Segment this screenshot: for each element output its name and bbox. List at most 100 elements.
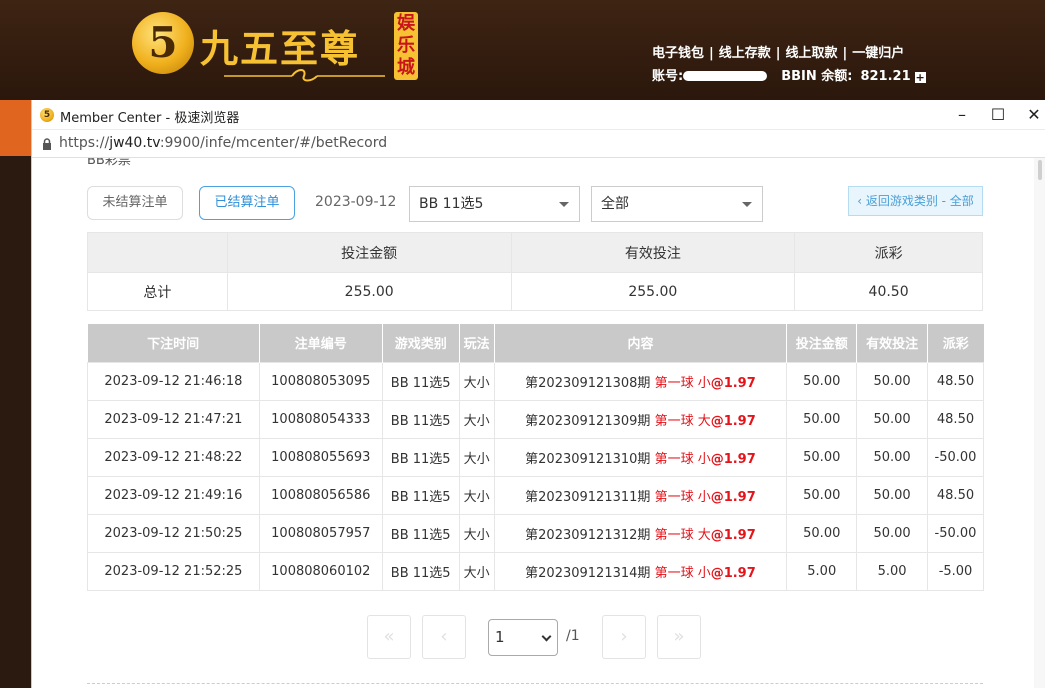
bet-content: 第202309121312期 第一球 大@1.97 [493,513,788,553]
pagination: « ‹ 1 /1 › » [367,615,707,659]
game-type: BB 11选5 [381,437,460,477]
bet-id: 100808055693 [258,437,383,477]
browser-titlebar[interactable]: 5 Member Center - 极速浏览器 – ☐ ✕ [32,100,1045,130]
payout: -50.00 [927,437,984,477]
bet-time: 2023-09-12 21:46:18 [87,361,260,401]
play-type: 大小 [458,475,495,515]
column-header: 玩法 [458,324,495,362]
back-to-categories-button[interactable]: ‹ 返回游戏类别 - 全部 [848,186,983,216]
chevron-down-icon [541,631,552,642]
bet-id: 100808060102 [258,551,383,591]
column-header: 投注金额 [786,324,857,362]
game-type: BB 11选5 [381,361,460,401]
date-picker[interactable]: 2023-09-12 [315,194,396,210]
column-header: 注单编号 [258,324,383,362]
vertical-scrollbar[interactable] [1034,158,1045,688]
page-total: /1 [566,628,580,644]
nav-separator: | [842,46,848,61]
bet-amount: 50.00 [786,513,858,553]
game-select[interactable]: BB 11选5 [409,186,580,222]
bet-pick: 第一球 大 [654,527,711,543]
last-page-button[interactable]: » [657,615,701,659]
page-select[interactable]: 1 [488,619,558,656]
bet-pick: 第一球 大 [654,413,711,429]
game-type: BB 11选5 [381,513,460,553]
settled-bets-button[interactable]: 已结算注单 [199,186,295,220]
summary-header-row: 投注金额 有效投注 派彩 [87,232,983,273]
valid-bet: 50.00 [856,437,929,477]
filter-row: 未结算注单 已结算注单 2023-09-12 BB 11选5 全部 ‹ 返回游戏… [87,186,983,222]
table-row: 2023-09-12 21:48:22 100808055693 BB 11选5… [87,437,984,477]
bet-id: 100808057957 [258,513,383,553]
bet-pick: 第一球 小 [654,451,711,467]
browser-window: 5 Member Center - 极速浏览器 – ☐ ✕ https://jw… [31,100,1045,688]
minimize-button[interactable]: – [944,104,980,126]
header-account: 账号: BBIN 余额: 821.21 + [652,65,926,84]
bet-pick: 第一球 小 [654,489,711,505]
bet-period: 第202309121309期 [525,413,651,429]
bet-content: 第202309121314期 第一球 小@1.97 [493,551,788,591]
type-select-value: 全部 [601,196,629,212]
bet-pick: 第一球 小 [654,375,711,391]
nav-online-deposit[interactable]: 线上存款 [719,46,771,61]
scrollbar-thumb[interactable] [1038,160,1042,180]
maximize-button[interactable]: ☐ [980,104,1016,126]
page-select-value: 1 [495,628,505,646]
nav-one-click-collect[interactable]: 一键归户 [852,46,904,61]
bet-amount: 50.00 [786,361,858,401]
bet-time: 2023-09-12 21:49:16 [87,475,260,515]
bet-period: 第202309121311期 [525,489,651,505]
valid-bet: 50.00 [856,513,929,553]
logo-text: 九五至尊 [200,26,361,71]
masked-account [683,70,768,81]
bet-amount: 5.00 [786,551,858,591]
summary-bet-amount: 255.00 [226,272,512,311]
bet-period: 第202309121310期 [525,451,651,467]
chevron-down-icon [742,202,752,207]
site-header: 5 九五至尊 娱乐城 电子钱包 | 线上存款 | 线上取款 | 一键归户 账号: BBIN 余… [0,0,1045,100]
play-type: 大小 [458,399,495,439]
bet-odds: @1.97 [710,565,756,581]
valid-bet: 50.00 [856,361,929,401]
payout: 48.50 [927,475,984,515]
address-bar[interactable]: https://jw40.tv:9900/infe/mcenter/#/betR… [32,130,1045,158]
game-type: BB 11选5 [381,399,460,439]
add-balance-icon[interactable]: + [914,72,926,83]
logo-swirl-icon [224,69,385,82]
column-header: 下注时间 [87,324,260,362]
unsettled-bets-button[interactable]: 未结算注单 [87,186,183,220]
page-content: BB彩票 未结算注单 已结算注单 2023-09-12 BB 11选5 全部 ‹… [32,158,1034,688]
background-strip [0,100,31,156]
valid-bet: 50.00 [856,475,929,515]
header-nav: 电子钱包 | 线上存款 | 线上取款 | 一键归户 [652,42,904,61]
game-select-value: BB 11选5 [419,196,484,212]
nav-separator: | [709,46,714,61]
window-title: Member Center - 极速浏览器 [60,111,240,126]
bet-period: 第202309121314期 [525,565,651,581]
site-logo[interactable]: 5 九五至尊 娱乐城 [132,8,432,88]
url-prefix: https:// [59,135,110,151]
summary-total-label: 总计 [87,272,228,311]
table-row: 2023-09-12 21:50:25 100808057957 BB 11选5… [87,513,984,553]
bet-amount: 50.00 [786,399,858,439]
nav-online-withdraw[interactable]: 线上取款 [786,46,838,61]
play-type: 大小 [458,513,495,553]
prev-page-button[interactable]: ‹ [422,615,466,659]
close-button[interactable]: ✕ [1016,104,1045,126]
column-header: 派彩 [927,324,984,362]
payout: -50.00 [927,513,984,553]
bottom-divider [87,683,983,684]
type-select[interactable]: 全部 [591,186,763,222]
game-type: BB 11选5 [381,475,460,515]
bet-amount: 50.00 [786,437,858,477]
first-page-button[interactable]: « [367,615,411,659]
table-row: 2023-09-12 21:52:25 100808060102 BB 11选5… [87,551,984,591]
account-label: 账号: [652,69,684,84]
game-type: BB 11选5 [381,551,460,591]
nav-e-wallet[interactable]: 电子钱包 [652,46,704,61]
page-title: BB彩票 [87,158,131,168]
bet-id: 100808054333 [258,399,383,439]
play-type: 大小 [458,551,495,591]
next-page-button[interactable]: › [602,615,646,659]
bet-odds: @1.97 [710,413,756,429]
